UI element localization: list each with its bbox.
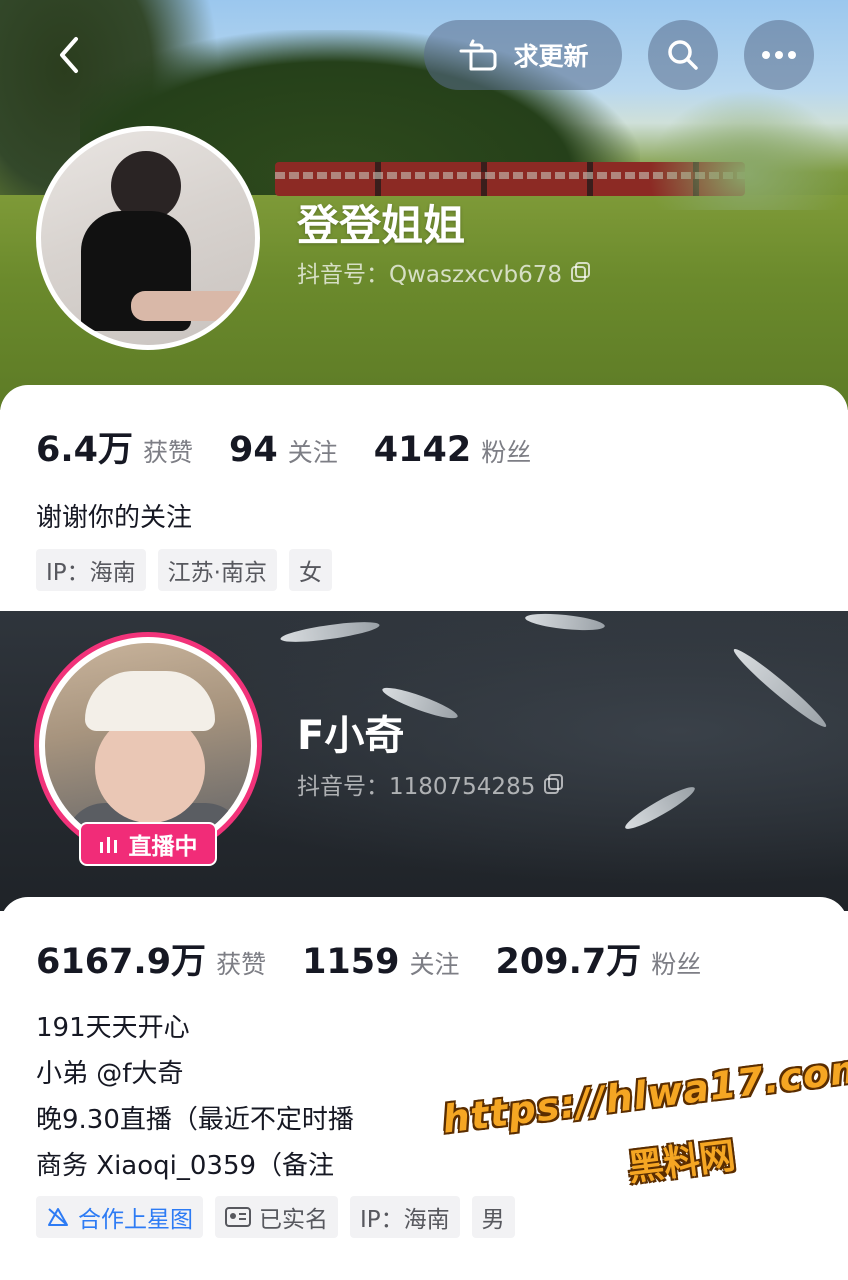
cover-gull — [729, 644, 831, 732]
following-count[interactable]: 94 — [229, 430, 278, 470]
tag-region: 江苏·南京 — [157, 549, 277, 591]
live-badge-label: 直播中 — [128, 834, 198, 860]
following-count[interactable]: 1159 — [302, 942, 399, 982]
id-card-icon — [225, 1207, 251, 1227]
top-navigation-bar: 求更新 — [0, 0, 848, 110]
tag-ip-location: IP：海南 — [36, 549, 146, 591]
avatar-figure-legs — [131, 291, 251, 321]
profile1-name: 登登姐姐 — [297, 201, 466, 250]
profile2-tags: 合作上星图 已实名 IP：海南 男 — [36, 1196, 515, 1238]
profile1-stats: 6.4万 获赞 94 关注 4142 粉丝 — [36, 421, 567, 472]
search-button[interactable] — [648, 20, 718, 90]
pointing-hand-icon — [459, 39, 497, 71]
request-update-button[interactable]: 求更新 — [424, 20, 622, 90]
copy-icon — [571, 262, 591, 282]
profile2-bio-line: 191天天开心 — [36, 1013, 190, 1043]
back-button[interactable] — [44, 30, 94, 80]
live-badge[interactable]: 直播中 — [79, 822, 217, 866]
profile1-tags: IP：海南 江苏·南京 女 — [36, 549, 332, 591]
live-bars-icon — [99, 837, 117, 853]
profile1-douyin-id[interactable]: 抖音号：Qwaszxcvb678 — [297, 255, 592, 289]
profile1-avatar[interactable] — [36, 126, 260, 350]
followers-count[interactable]: 209.7万 — [496, 933, 642, 984]
tag-gender: 女 — [288, 549, 332, 591]
profile2-bio-line: 商务 Xiaoqi_0359（备注 — [36, 1151, 335, 1181]
star-map-icon — [48, 1208, 68, 1226]
tag-star-map-label: 合作上星图 — [78, 1207, 193, 1233]
chevron-left-icon — [60, 37, 78, 73]
watermark-site-name: 黑料网 — [625, 1135, 738, 1190]
profile1-info-card: 6.4万 获赞 94 关注 4142 粉丝 谢谢你的关注 IP：海南 江苏·南京… — [0, 385, 848, 613]
copy-icon — [544, 774, 564, 794]
more-dots-icon — [762, 51, 796, 59]
following-label[interactable]: 关注 — [410, 945, 460, 981]
followers-label[interactable]: 粉丝 — [651, 945, 701, 981]
more-options-button[interactable] — [744, 20, 814, 90]
followers-count[interactable]: 4142 — [374, 430, 471, 470]
likes-count: 6167.9万 — [36, 942, 207, 982]
profile2-name: F小奇 — [297, 713, 405, 759]
tag-verified[interactable]: 已实名 — [215, 1196, 338, 1238]
search-icon — [668, 40, 698, 70]
cover-gull — [621, 781, 699, 835]
likes-label[interactable]: 获赞 — [143, 433, 193, 469]
profile2-stats: 6167.9万 获赞 1159 关注 209.7万 粉丝 — [36, 933, 737, 984]
profile2-avatar-image — [45, 643, 251, 849]
cover-gull — [524, 611, 606, 634]
following-label[interactable]: 关注 — [288, 433, 338, 469]
profile2-bio-line: 晚9.30直播（最近不定时播 — [36, 1105, 354, 1135]
tag-star-map[interactable]: 合作上星图 — [36, 1196, 203, 1238]
profile1-bio: 谢谢你的关注 — [36, 503, 193, 533]
profile2-bio-line[interactable]: 小弟 @f大奇 — [36, 1053, 183, 1090]
tag-ip-location: IP：海南 — [350, 1196, 460, 1238]
profile2-douyin-id-text: 抖音号：1180754285 — [297, 774, 536, 800]
likes-label[interactable]: 获赞 — [216, 945, 266, 981]
profile2-douyin-id[interactable]: 抖音号：1180754285 — [297, 767, 565, 801]
avatar-figure-cap — [85, 671, 215, 731]
likes-count: 6.4万 — [36, 430, 134, 470]
cover-gull — [279, 618, 381, 646]
profile1-douyin-id-text: 抖音号：Qwaszxcvb678 — [297, 262, 563, 288]
followers-label[interactable]: 粉丝 — [481, 433, 531, 469]
tag-verified-label: 已实名 — [259, 1207, 328, 1233]
request-update-label: 求更新 — [513, 42, 589, 71]
